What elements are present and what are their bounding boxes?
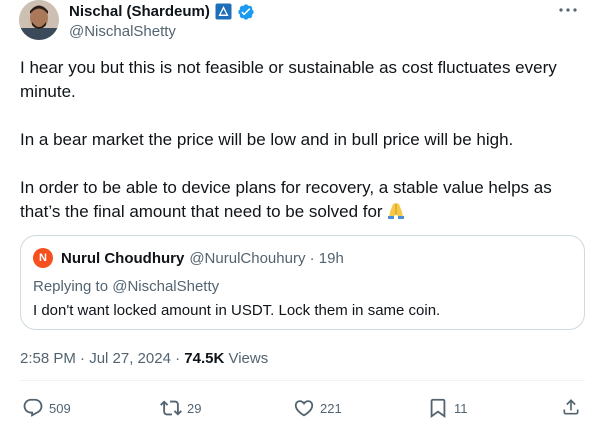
quoted-author-name: Nurul Choudhury (61, 249, 185, 267)
author-display-name[interactable]: Nischal (Shardeum) (69, 3, 210, 20)
author-avatar[interactable] (19, 0, 59, 40)
author-handle[interactable]: @NischalShetty (69, 23, 255, 40)
verified-badge-icon (237, 3, 255, 21)
reply-icon (23, 398, 43, 417)
tweet-paragraph-3-text: In order to be able to device plans for … (20, 178, 552, 221)
bookmark-count: 11 (454, 400, 468, 416)
quoted-author-handle-time: @NurulChouhury · 19h (189, 249, 344, 267)
more-options-button[interactable] (558, 2, 578, 18)
bookmark-icon (430, 398, 446, 419)
reply-button[interactable]: 509 (22, 397, 71, 419)
action-bar: 509 29 221 11 (0, 397, 598, 419)
tweet-paragraph-1: I hear you but this is not feasible or s… (20, 58, 557, 101)
quoted-replying-to: Replying to @NischalShetty (33, 278, 220, 295)
share-icon (563, 399, 579, 415)
quoted-author-avatar: N (33, 248, 53, 268)
tweet-text: I hear you but this is not feasible or s… (20, 56, 585, 251)
quoted-tweet-text: I don't want locked amount in USDT. Lock… (33, 302, 441, 319)
tweet-paragraph-3: In order to be able to device plans for … (20, 176, 585, 227)
like-count: 221 (320, 400, 342, 416)
tweet-paragraph-2: In a bear market the price will be low a… (20, 130, 514, 149)
author-info: Nischal (Shardeum) @NischalShetty (69, 2, 255, 40)
tweet: Nischal (Shardeum) @NischalShetty I hear… (0, 0, 598, 433)
share-button[interactable] (561, 397, 581, 417)
repost-icon (160, 400, 182, 416)
folded-hands-emoji-icon (386, 200, 406, 227)
like-button[interactable]: 221 (293, 397, 342, 419)
views-label: Views (224, 350, 269, 367)
divider (20, 380, 585, 381)
affiliate-badge-icon (215, 3, 232, 20)
bookmark-button[interactable]: 11 (427, 397, 468, 419)
views-count: 74.5K (184, 350, 225, 367)
heart-icon (294, 400, 314, 417)
reply-count: 509 (49, 400, 71, 416)
more-icon (559, 8, 577, 12)
repost-count: 29 (187, 400, 202, 416)
tweet-timestamp[interactable]: 2:58 PM · Jul 27, 2024 · (20, 350, 184, 367)
tweet-meta: 2:58 PM · Jul 27, 2024 · 74.5K Views (20, 350, 268, 367)
quoted-tweet[interactable]: N Nurul Choudhury @NurulChouhury · 19h R… (20, 235, 585, 330)
repost-button[interactable]: 29 (160, 397, 201, 419)
